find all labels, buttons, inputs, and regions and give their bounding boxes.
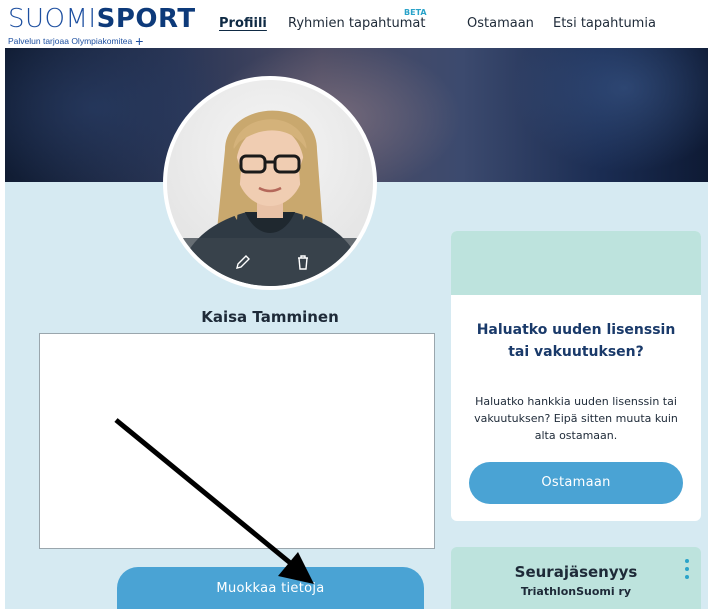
license-card: Haluatko uuden lisenssin tai vakuutuksen… — [451, 231, 701, 521]
logo-tagline-text: Palvelun tarjoaa Olympiakomitea — [8, 36, 133, 46]
license-card-header — [451, 231, 701, 295]
profile-info-box — [39, 333, 435, 549]
profile-name: Kaisa Tamminen — [201, 308, 339, 326]
nav-ryhmien-tapahtumat[interactable]: Ryhmien tapahtumat — [288, 16, 425, 31]
logo-wordmark: SUOMISPORT — [8, 4, 196, 34]
pencil-icon[interactable] — [233, 252, 253, 272]
membership-title: Seurajäsenyys — [514, 563, 638, 581]
profile-avatar — [163, 76, 377, 290]
membership-club: TriathlonSuomi ry — [520, 585, 632, 598]
trash-icon[interactable] — [293, 252, 313, 272]
logo-wordmark-thin: SUOMI — [8, 4, 97, 34]
suomisport-logo[interactable]: SUOMISPORT Palvelun tarjoaa Olympiakomit… — [8, 4, 196, 49]
edit-profile-button[interactable]: Muokkaa tietoja — [117, 567, 424, 609]
logo-wordmark-bold: SPORT — [96, 4, 196, 34]
nav-etsi-tapahtumia[interactable]: Etsi tapahtumia — [553, 16, 656, 31]
license-card-text: Haluatko hankkia uuden lisenssin tai vak… — [474, 395, 678, 442]
nav-profiili[interactable]: Profiili — [219, 16, 267, 31]
top-header: SUOMISPORT Palvelun tarjoaa Olympiakomit… — [0, 0, 708, 49]
olympic-plus-icon: + — [135, 33, 144, 49]
license-card-title: Haluatko uuden lisenssin tai vakuutuksen… — [476, 322, 676, 360]
logo-tagline: Palvelun tarjoaa Olympiakomitea + — [8, 33, 196, 49]
avatar-action-bar — [167, 238, 373, 286]
membership-card: Seurajäsenyys TriathlonSuomi ry — [451, 547, 701, 609]
kebab-menu-icon[interactable] — [683, 559, 691, 583]
ostamaan-button[interactable]: Ostamaan — [469, 462, 683, 504]
nav-ostamaan[interactable]: Ostamaan — [467, 16, 534, 31]
